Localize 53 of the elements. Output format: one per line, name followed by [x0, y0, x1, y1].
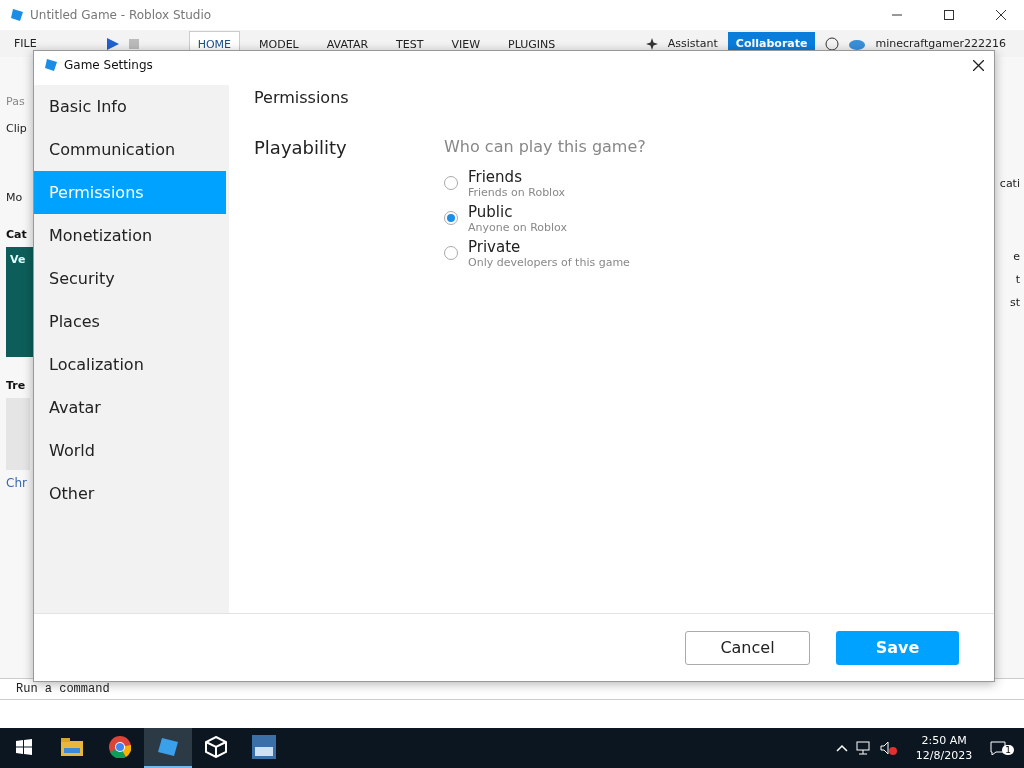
sidebar-item[interactable]: World — [34, 429, 226, 472]
sidebar-item[interactable]: Communication — [34, 128, 226, 171]
section-label: Playability — [254, 137, 348, 160]
sidebar-item[interactable]: Monetization — [34, 214, 226, 257]
panel-text: cati — [999, 177, 1020, 190]
clock-date[interactable]: 12/8/2023 — [915, 749, 973, 762]
dropdown-field[interactable]: Mo — [6, 191, 33, 204]
help-icon[interactable] — [825, 36, 840, 51]
network-icon[interactable] — [855, 741, 872, 755]
dialog-title: Game Settings — [64, 58, 154, 72]
asset-thumbnail[interactable] — [6, 398, 30, 470]
sidebar-item[interactable]: Basic Info — [34, 85, 226, 128]
cube-icon — [205, 736, 227, 758]
option-label: Friends — [468, 168, 523, 186]
folder-icon — [61, 738, 83, 756]
chevron-up-icon[interactable] — [835, 744, 848, 752]
sidebar-item[interactable]: Avatar — [34, 386, 226, 429]
studio-icon — [157, 736, 179, 758]
window-title: Untitled Game - Roblox Studio — [30, 8, 213, 22]
question-label: Who can play this game? — [444, 137, 646, 156]
app-icon — [252, 735, 276, 759]
clipboard-label: Clip — [6, 122, 28, 135]
panel-text: st — [1009, 296, 1020, 309]
sidebar-item[interactable]: Security — [34, 257, 226, 300]
asset-card[interactable]: Ve — [6, 247, 33, 357]
asset-link[interactable]: Chr — [6, 476, 33, 490]
file-menu[interactable]: FILE — [14, 37, 37, 50]
sidebar-item[interactable]: Other — [34, 472, 226, 515]
option-description: Anyone on Roblox — [468, 221, 567, 234]
assistant-button[interactable]: Assistant — [667, 37, 718, 50]
studio-logo-icon — [10, 8, 24, 22]
cancel-button[interactable]: Cancel — [685, 630, 810, 665]
panel-text: e — [1013, 250, 1020, 263]
volume-muted-icon[interactable] — [879, 741, 898, 755]
panel-text: t — [1015, 273, 1020, 286]
windows-logo-icon[interactable] — [16, 739, 32, 755]
sidebar-item[interactable]: Localization — [34, 343, 226, 386]
cloud-icon[interactable] — [849, 37, 866, 50]
option-description: Only developers of this game — [468, 256, 630, 269]
close-icon[interactable] — [973, 59, 984, 71]
section-heading: Tre — [6, 379, 27, 392]
close-icon[interactable] — [996, 10, 1006, 20]
section-heading: Cat — [6, 228, 28, 241]
clock-time[interactable]: 2:50 AM — [921, 734, 967, 747]
option-label: Private — [468, 238, 522, 256]
chrome-icon — [109, 736, 131, 758]
sparkle-icon[interactable] — [645, 37, 658, 50]
option-label: Public — [468, 203, 514, 221]
maximize-icon[interactable] — [944, 10, 954, 20]
page-heading: Permissions — [254, 88, 350, 107]
username[interactable]: minecraftgamer222216 — [875, 37, 1024, 50]
sidebar-item[interactable]: Places — [34, 300, 226, 343]
option-description: Friends on Roblox — [468, 186, 566, 199]
